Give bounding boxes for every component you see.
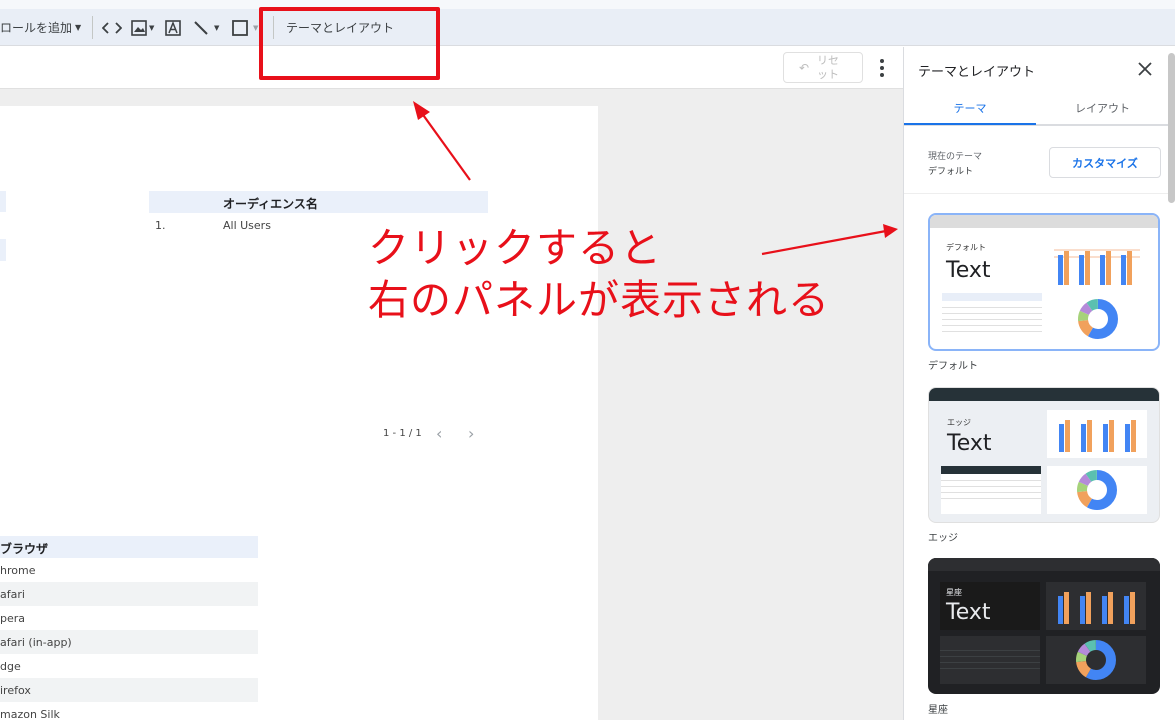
browser-cell: mazon Silk <box>0 708 60 720</box>
panel-title: テーマとレイアウト <box>918 65 1036 80</box>
tab-theme-label: テーマ <box>953 101 987 115</box>
sub-toolbar: ↶ リセット <box>0 47 903 89</box>
reset-label: リセット <box>817 53 840 81</box>
audience-table-header: オーディエンス名 <box>149 191 488 213</box>
theme-card-edge[interactable]: エッジ Text <box>928 387 1160 523</box>
clipped-table-header <box>0 191 6 212</box>
tab-theme[interactable]: テーマ <box>904 92 1036 125</box>
reset-button[interactable]: ↶ リセット <box>783 52 863 83</box>
table-row: dge <box>0 654 258 678</box>
image-dropdown-icon: ▼ <box>149 23 155 32</box>
theme-card-default[interactable]: デフォルト Text <box>928 213 1160 351</box>
table-thumbnail <box>942 293 1042 341</box>
bar-chart-thumbnail <box>1047 410 1147 458</box>
top-strip <box>0 0 1175 9</box>
image-icon[interactable]: ▼ <box>130 9 158 46</box>
table-thumbnail <box>940 636 1040 684</box>
panel-scrollbar[interactable] <box>1168 53 1175 203</box>
table-row: afari (in-app) <box>0 630 258 654</box>
card-header-strip <box>928 558 1160 571</box>
browser-header-label: ブラウザ <box>0 542 49 556</box>
line-dropdown-icon: ▼ <box>214 23 220 32</box>
line-icon[interactable]: ▼ <box>192 9 226 46</box>
browser-cell: afari (in-app) <box>0 636 72 649</box>
tab-layout-label: レイアウト <box>1075 102 1130 115</box>
add-control-label: ロールを追加 <box>0 21 73 35</box>
table-row: mazon Silk <box>0 702 258 720</box>
card-header-strip <box>929 388 1159 401</box>
tab-layout[interactable]: レイアウト <box>1036 92 1169 125</box>
theme-card-constellation[interactable]: 星座 Text <box>928 558 1160 694</box>
toolbar-divider <box>92 16 93 39</box>
close-icon[interactable] <box>1135 59 1155 79</box>
annotation-text: クリックすると 右のパネルが表示される <box>368 222 830 326</box>
audience-row-index: 1. <box>155 219 166 232</box>
table-row: irefox <box>0 678 258 702</box>
browser-cell: hrome <box>0 564 36 577</box>
donut-chart-thumbnail <box>1076 297 1120 341</box>
pagination-text: 1 - 1 / 1 <box>383 428 422 439</box>
bar-chart-thumbnail <box>1046 582 1146 630</box>
browser-cell: afari <box>0 588 25 601</box>
next-page-icon[interactable]: › <box>468 424 474 443</box>
shape-dropdown-icon: ▼ <box>253 23 259 32</box>
theme-name-constellation: 星座 <box>928 705 948 716</box>
tab-divider <box>904 125 1169 126</box>
card-sample-text: Text <box>947 431 992 456</box>
card-sample-text: Text <box>946 258 991 283</box>
table-thumbnail <box>941 466 1041 514</box>
current-theme-label: 現在のテーマ <box>928 152 983 162</box>
card-header-strip <box>930 215 1158 228</box>
donut-chart-thumbnail <box>1046 636 1146 684</box>
add-control-button[interactable]: ロールを追加 ▼ <box>0 9 86 46</box>
browser-cell: pera <box>0 612 26 625</box>
theme-layout-panel: テーマとレイアウト テーマ レイアウト 現在のテーマ デフォルト カスタマイズ … <box>903 47 1175 720</box>
clipped-table-row <box>0 239 6 261</box>
customize-button[interactable]: カスタマイズ <box>1049 147 1161 178</box>
section-divider <box>904 193 1169 194</box>
browser-cell: dge <box>0 660 21 673</box>
card-title: エッジ <box>947 418 971 427</box>
more-vert-icon[interactable] <box>874 59 890 77</box>
annotation-line-1: クリックすると <box>368 224 662 272</box>
toolbar: ロールを追加 ▼ ▼ ▼ ▼ テーマとレイアウト <box>0 9 1175 46</box>
card-title: 星座 <box>946 588 962 597</box>
code-icon[interactable] <box>102 9 124 46</box>
text-icon[interactable] <box>164 9 184 46</box>
table-row: hrome <box>0 558 258 582</box>
app-root: ロールを追加 ▼ ▼ ▼ ▼ テーマとレイアウト ↶ リセット オーディエンス名… <box>0 0 1175 720</box>
table-row: pera <box>0 606 258 630</box>
browser-table-header: ブラウザ <box>0 536 258 558</box>
customize-label: カスタマイズ <box>1072 156 1138 170</box>
card-sample-text: Text <box>946 600 991 625</box>
bar-chart-thumbnail <box>1054 247 1142 287</box>
current-theme-value: デフォルト <box>928 167 974 177</box>
audience-header-label: オーディエンス名 <box>223 197 318 211</box>
theme-name-edge: エッジ <box>928 533 958 544</box>
card-sample-panel: 星座 Text <box>940 582 1040 630</box>
audience-row-name: All Users <box>223 219 271 232</box>
card-title: デフォルト <box>946 243 986 252</box>
annotation-line-2: 右のパネルが表示される <box>368 276 830 324</box>
prev-page-icon[interactable]: ‹ <box>436 424 442 443</box>
report-page: オーディエンス名 1. All Users 1 - 1 / 1 ‹ › ブラウザ… <box>0 106 598 720</box>
donut-chart-thumbnail <box>1047 466 1147 514</box>
table-row: afari <box>0 582 258 606</box>
highlight-box <box>259 7 440 80</box>
undo-icon: ↶ <box>798 60 810 75</box>
browser-cell: irefox <box>0 684 31 697</box>
dropdown-caret-icon: ▼ <box>75 23 82 32</box>
theme-name-default: デフォルト <box>928 361 978 372</box>
